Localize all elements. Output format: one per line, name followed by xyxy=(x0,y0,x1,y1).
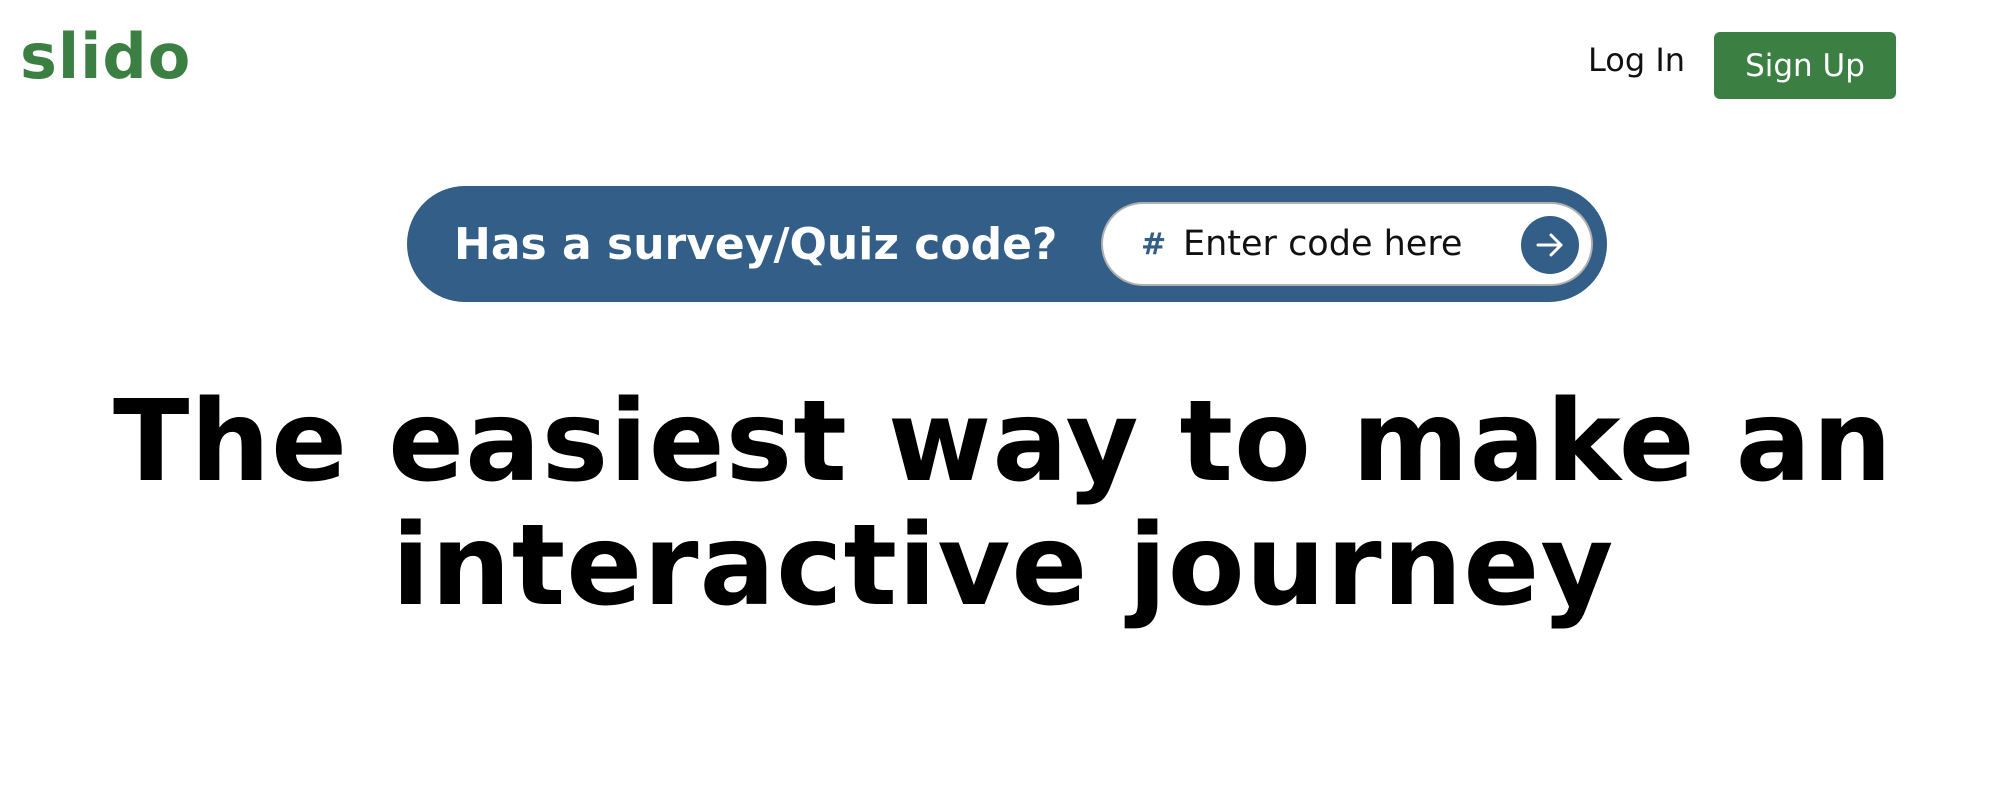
code-entry-bar: Has a survey/Quiz code? # Enter code her… xyxy=(407,186,1607,302)
code-prompt-label: Has a survey/Quiz code? xyxy=(454,218,1058,270)
slido-logo[interactable]: slido xyxy=(20,26,191,88)
signup-button[interactable]: Sign Up xyxy=(1714,32,1896,99)
hero-headline-line1: The easiest way to make an xyxy=(113,377,1893,507)
page: slido Log In Sign Up Has a survey/Quiz c… xyxy=(0,0,2006,810)
hash-icon: # xyxy=(1141,226,1167,262)
code-input-placeholder[interactable]: Enter code here xyxy=(1183,204,1462,284)
arrow-right-icon xyxy=(1536,233,1563,257)
submit-code-button[interactable] xyxy=(1521,216,1579,274)
code-input-field[interactable]: # Enter code here xyxy=(1101,202,1593,286)
hero-headline: The easiest way to make an interactive j… xyxy=(0,380,2006,628)
login-link[interactable]: Log In xyxy=(1588,44,1685,76)
hero-headline-line2: interactive journey xyxy=(391,501,1615,631)
